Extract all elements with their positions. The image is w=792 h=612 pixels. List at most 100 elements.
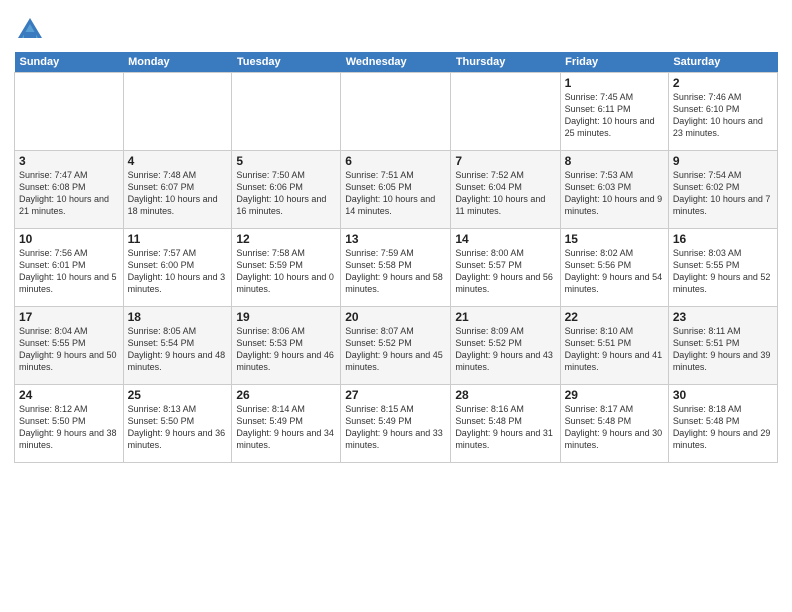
- logo: [14, 14, 48, 46]
- calendar-cell: 20Sunrise: 8:07 AM Sunset: 5:52 PM Dayli…: [341, 307, 451, 385]
- calendar-cell: 8Sunrise: 7:53 AM Sunset: 6:03 PM Daylig…: [560, 151, 668, 229]
- calendar-cell: 19Sunrise: 8:06 AM Sunset: 5:53 PM Dayli…: [232, 307, 341, 385]
- day-info: Sunrise: 7:46 AM Sunset: 6:10 PM Dayligh…: [673, 91, 773, 140]
- calendar-cell: 22Sunrise: 8:10 AM Sunset: 5:51 PM Dayli…: [560, 307, 668, 385]
- day-number: 2: [673, 76, 773, 90]
- day-number: 26: [236, 388, 336, 402]
- calendar-cell: 21Sunrise: 8:09 AM Sunset: 5:52 PM Dayli…: [451, 307, 560, 385]
- day-info: Sunrise: 8:07 AM Sunset: 5:52 PM Dayligh…: [345, 325, 446, 374]
- calendar-cell: 2Sunrise: 7:46 AM Sunset: 6:10 PM Daylig…: [668, 73, 777, 151]
- day-number: 18: [128, 310, 228, 324]
- day-number: 1: [565, 76, 664, 90]
- day-info: Sunrise: 8:11 AM Sunset: 5:51 PM Dayligh…: [673, 325, 773, 374]
- day-number: 8: [565, 154, 664, 168]
- day-number: 30: [673, 388, 773, 402]
- calendar-cell: 10Sunrise: 7:56 AM Sunset: 6:01 PM Dayli…: [15, 229, 124, 307]
- day-number: 14: [455, 232, 555, 246]
- calendar-cell: 6Sunrise: 7:51 AM Sunset: 6:05 PM Daylig…: [341, 151, 451, 229]
- day-number: 6: [345, 154, 446, 168]
- day-number: 7: [455, 154, 555, 168]
- calendar-cell: 3Sunrise: 7:47 AM Sunset: 6:08 PM Daylig…: [15, 151, 124, 229]
- logo-icon: [14, 14, 46, 46]
- weekday-header-saturday: Saturday: [668, 52, 777, 73]
- calendar-cell: 30Sunrise: 8:18 AM Sunset: 5:48 PM Dayli…: [668, 385, 777, 463]
- day-info: Sunrise: 8:02 AM Sunset: 5:56 PM Dayligh…: [565, 247, 664, 296]
- calendar-week-row: 3Sunrise: 7:47 AM Sunset: 6:08 PM Daylig…: [15, 151, 778, 229]
- day-info: Sunrise: 8:00 AM Sunset: 5:57 PM Dayligh…: [455, 247, 555, 296]
- calendar-cell: 11Sunrise: 7:57 AM Sunset: 6:00 PM Dayli…: [123, 229, 232, 307]
- calendar-cell: 7Sunrise: 7:52 AM Sunset: 6:04 PM Daylig…: [451, 151, 560, 229]
- page-header: [14, 10, 778, 46]
- day-number: 24: [19, 388, 119, 402]
- calendar-cell: 18Sunrise: 8:05 AM Sunset: 5:54 PM Dayli…: [123, 307, 232, 385]
- day-info: Sunrise: 7:56 AM Sunset: 6:01 PM Dayligh…: [19, 247, 119, 296]
- calendar-cell: 23Sunrise: 8:11 AM Sunset: 5:51 PM Dayli…: [668, 307, 777, 385]
- weekday-header-tuesday: Tuesday: [232, 52, 341, 73]
- day-info: Sunrise: 8:16 AM Sunset: 5:48 PM Dayligh…: [455, 403, 555, 452]
- day-number: 15: [565, 232, 664, 246]
- day-number: 21: [455, 310, 555, 324]
- day-info: Sunrise: 7:59 AM Sunset: 5:58 PM Dayligh…: [345, 247, 446, 296]
- weekday-header-friday: Friday: [560, 52, 668, 73]
- calendar-cell: 28Sunrise: 8:16 AM Sunset: 5:48 PM Dayli…: [451, 385, 560, 463]
- page-container: SundayMondayTuesdayWednesdayThursdayFrid…: [0, 0, 792, 469]
- weekday-header-sunday: Sunday: [15, 52, 124, 73]
- calendar-cell: 1Sunrise: 7:45 AM Sunset: 6:11 PM Daylig…: [560, 73, 668, 151]
- calendar-cell: 15Sunrise: 8:02 AM Sunset: 5:56 PM Dayli…: [560, 229, 668, 307]
- day-info: Sunrise: 7:50 AM Sunset: 6:06 PM Dayligh…: [236, 169, 336, 218]
- day-info: Sunrise: 8:15 AM Sunset: 5:49 PM Dayligh…: [345, 403, 446, 452]
- weekday-header-monday: Monday: [123, 52, 232, 73]
- day-info: Sunrise: 8:18 AM Sunset: 5:48 PM Dayligh…: [673, 403, 773, 452]
- weekday-header-thursday: Thursday: [451, 52, 560, 73]
- day-number: 9: [673, 154, 773, 168]
- day-number: 10: [19, 232, 119, 246]
- day-number: 12: [236, 232, 336, 246]
- calendar-header-row: SundayMondayTuesdayWednesdayThursdayFrid…: [15, 52, 778, 73]
- day-info: Sunrise: 8:12 AM Sunset: 5:50 PM Dayligh…: [19, 403, 119, 452]
- calendar-cell: 12Sunrise: 7:58 AM Sunset: 5:59 PM Dayli…: [232, 229, 341, 307]
- calendar-cell: 4Sunrise: 7:48 AM Sunset: 6:07 PM Daylig…: [123, 151, 232, 229]
- day-number: 28: [455, 388, 555, 402]
- calendar-cell: [15, 73, 124, 151]
- day-info: Sunrise: 7:47 AM Sunset: 6:08 PM Dayligh…: [19, 169, 119, 218]
- day-number: 20: [345, 310, 446, 324]
- day-info: Sunrise: 7:48 AM Sunset: 6:07 PM Dayligh…: [128, 169, 228, 218]
- day-number: 23: [673, 310, 773, 324]
- calendar-cell: 9Sunrise: 7:54 AM Sunset: 6:02 PM Daylig…: [668, 151, 777, 229]
- calendar-cell: 24Sunrise: 8:12 AM Sunset: 5:50 PM Dayli…: [15, 385, 124, 463]
- day-info: Sunrise: 7:54 AM Sunset: 6:02 PM Dayligh…: [673, 169, 773, 218]
- day-info: Sunrise: 8:06 AM Sunset: 5:53 PM Dayligh…: [236, 325, 336, 374]
- day-number: 25: [128, 388, 228, 402]
- calendar-week-row: 17Sunrise: 8:04 AM Sunset: 5:55 PM Dayli…: [15, 307, 778, 385]
- calendar-cell: 17Sunrise: 8:04 AM Sunset: 5:55 PM Dayli…: [15, 307, 124, 385]
- day-info: Sunrise: 8:09 AM Sunset: 5:52 PM Dayligh…: [455, 325, 555, 374]
- calendar-table: SundayMondayTuesdayWednesdayThursdayFrid…: [14, 52, 778, 463]
- calendar-cell: [123, 73, 232, 151]
- calendar-cell: [232, 73, 341, 151]
- day-info: Sunrise: 8:05 AM Sunset: 5:54 PM Dayligh…: [128, 325, 228, 374]
- calendar-cell: [451, 73, 560, 151]
- calendar-cell: 13Sunrise: 7:59 AM Sunset: 5:58 PM Dayli…: [341, 229, 451, 307]
- day-info: Sunrise: 7:51 AM Sunset: 6:05 PM Dayligh…: [345, 169, 446, 218]
- day-number: 3: [19, 154, 119, 168]
- weekday-header-wednesday: Wednesday: [341, 52, 451, 73]
- calendar-cell: 26Sunrise: 8:14 AM Sunset: 5:49 PM Dayli…: [232, 385, 341, 463]
- calendar-cell: 25Sunrise: 8:13 AM Sunset: 5:50 PM Dayli…: [123, 385, 232, 463]
- day-number: 11: [128, 232, 228, 246]
- day-info: Sunrise: 8:10 AM Sunset: 5:51 PM Dayligh…: [565, 325, 664, 374]
- day-info: Sunrise: 7:57 AM Sunset: 6:00 PM Dayligh…: [128, 247, 228, 296]
- day-number: 22: [565, 310, 664, 324]
- day-info: Sunrise: 7:45 AM Sunset: 6:11 PM Dayligh…: [565, 91, 664, 140]
- calendar-cell: 29Sunrise: 8:17 AM Sunset: 5:48 PM Dayli…: [560, 385, 668, 463]
- day-info: Sunrise: 7:53 AM Sunset: 6:03 PM Dayligh…: [565, 169, 664, 218]
- day-number: 17: [19, 310, 119, 324]
- calendar-cell: 27Sunrise: 8:15 AM Sunset: 5:49 PM Dayli…: [341, 385, 451, 463]
- calendar-cell: 5Sunrise: 7:50 AM Sunset: 6:06 PM Daylig…: [232, 151, 341, 229]
- calendar-cell: 16Sunrise: 8:03 AM Sunset: 5:55 PM Dayli…: [668, 229, 777, 307]
- calendar-week-row: 1Sunrise: 7:45 AM Sunset: 6:11 PM Daylig…: [15, 73, 778, 151]
- day-number: 4: [128, 154, 228, 168]
- day-number: 19: [236, 310, 336, 324]
- day-info: Sunrise: 7:52 AM Sunset: 6:04 PM Dayligh…: [455, 169, 555, 218]
- day-info: Sunrise: 8:17 AM Sunset: 5:48 PM Dayligh…: [565, 403, 664, 452]
- day-info: Sunrise: 8:13 AM Sunset: 5:50 PM Dayligh…: [128, 403, 228, 452]
